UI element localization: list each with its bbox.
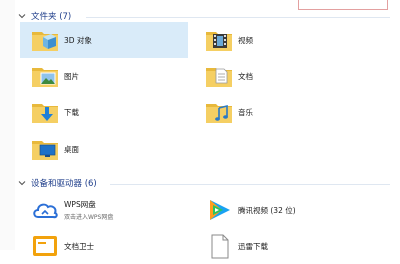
videos-folder-icon [204,24,234,56]
chevron-down-icon [18,12,26,20]
group-divider [86,17,390,18]
xunlei-download-icon [204,230,234,262]
devices-group-header[interactable]: 设备和驱动器 (6) [18,176,97,190]
folder-label: 视频 [238,35,253,45]
tencent-video-icon [204,194,234,226]
folder-label: 3D 对象 [64,35,92,45]
drive-subtitle: 双击进入WPS网盘 [64,214,114,221]
search-box-edge[interactable] [298,0,388,10]
folders-group-title: 文件夹 (7) [31,12,72,22]
3d-objects-folder-icon [30,24,60,56]
drive-doc-guard[interactable]: 文档卫士 [20,228,188,264]
music-folder-icon [204,96,234,128]
drive-label: 腾讯视频 (32 位) [238,205,296,215]
folder-desktop[interactable]: 桌面 [20,131,188,167]
wps-cloud-icon [30,194,60,226]
desktop-folder-icon [30,133,60,165]
drive-label: WPS网盘 [64,200,96,209]
devices-group-title: 设备和驱动器 (6) [31,179,97,189]
pictures-folder-icon [30,60,60,92]
folder-3d-objects[interactable]: 3D 对象 [20,22,188,58]
folders-group-header[interactable]: 文件夹 (7) [18,9,71,23]
group-divider [110,184,390,185]
folder-pictures[interactable]: 图片 [20,58,188,94]
folder-label: 下载 [64,107,79,117]
downloads-folder-icon [30,96,60,128]
folder-downloads[interactable]: 下载 [20,94,188,130]
folder-label: 图片 [64,71,79,81]
drive-tencent-video[interactable]: 腾讯视频 (32 位) [194,192,362,228]
chevron-down-icon [18,179,26,187]
folder-label: 音乐 [238,107,253,117]
folder-label: 文档 [238,71,253,81]
folder-music[interactable]: 音乐 [194,94,362,130]
folder-videos[interactable]: 视频 [194,22,362,58]
folder-label: 桌面 [64,144,79,154]
doc-guard-icon [30,230,60,262]
drive-xunlei-download[interactable]: 迅雷下载 [194,228,362,264]
drive-wps-cloud[interactable]: WPS网盘 双击进入WPS网盘 [20,192,188,228]
folder-documents[interactable]: 文档 [194,58,362,94]
documents-folder-icon [204,60,234,92]
navigation-pane-edge [0,0,15,250]
